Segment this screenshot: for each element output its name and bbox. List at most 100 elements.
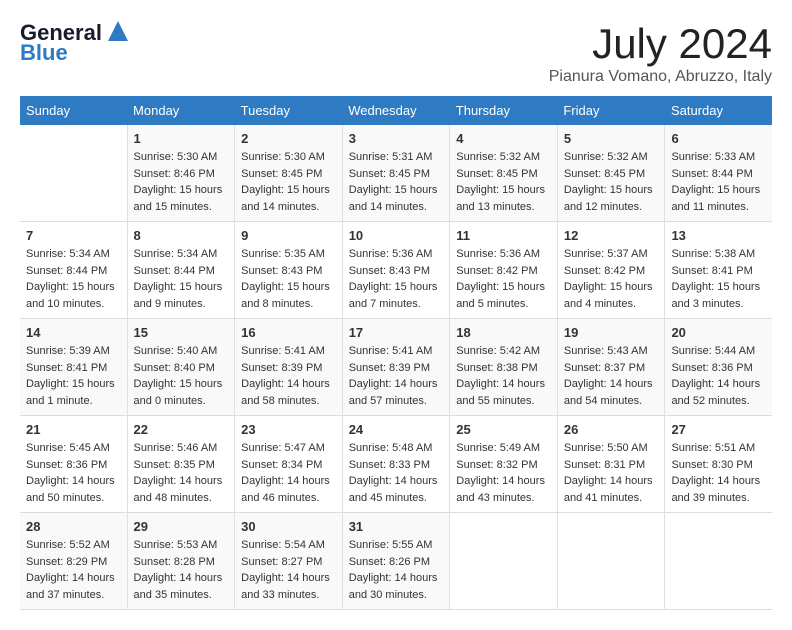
day-number: 28 (26, 519, 121, 534)
day-info: Sunrise: 5:36 AM Sunset: 8:42 PM Dayligh… (456, 246, 551, 312)
calendar-cell: 17Sunrise: 5:41 AM Sunset: 8:39 PM Dayli… (342, 319, 450, 416)
header-sunday: Sunday (20, 96, 127, 125)
day-number: 25 (456, 422, 551, 437)
calendar-cell: 24Sunrise: 5:48 AM Sunset: 8:33 PM Dayli… (342, 416, 450, 513)
logo: General Blue (20, 20, 132, 66)
day-number: 19 (564, 325, 659, 340)
day-info: Sunrise: 5:31 AM Sunset: 8:45 PM Dayligh… (349, 149, 444, 215)
day-info: Sunrise: 5:32 AM Sunset: 8:45 PM Dayligh… (564, 149, 659, 215)
day-info: Sunrise: 5:34 AM Sunset: 8:44 PM Dayligh… (26, 246, 121, 312)
day-info: Sunrise: 5:46 AM Sunset: 8:35 PM Dayligh… (134, 440, 229, 506)
day-info: Sunrise: 5:54 AM Sunset: 8:27 PM Dayligh… (241, 537, 336, 603)
calendar-cell (557, 513, 665, 610)
day-number: 22 (134, 422, 229, 437)
calendar-cell: 20Sunrise: 5:44 AM Sunset: 8:36 PM Dayli… (665, 319, 772, 416)
calendar-cell: 26 Sunrise: 5:50 AM Sunset: 8:31 PM Dayli… (557, 416, 665, 513)
calendar-cell (450, 513, 558, 610)
day-number: 12 (564, 228, 659, 243)
calendar-cell: 31 Sunrise: 5:55 AM Sunset: 8:26 PM Dayli… (342, 513, 450, 610)
calendar-cell: 6 Sunrise: 5:33 AM Sunset: 8:44 PM Daylig… (665, 125, 772, 222)
day-number: 8 (134, 228, 229, 243)
day-info: Sunrise: 5:37 AM Sunset: 8:42 PM Dayligh… (564, 246, 659, 312)
calendar-cell: 8 Sunrise: 5:34 AM Sunset: 8:44 PM Daylig… (127, 222, 235, 319)
day-number: 18 (456, 325, 551, 340)
day-info: Sunrise: 5:39 AM Sunset: 8:41 PM Dayligh… (26, 343, 121, 409)
header-saturday: Saturday (665, 96, 772, 125)
calendar-cell: 7 Sunrise: 5:34 AM Sunset: 8:44 PM Daylig… (20, 222, 127, 319)
page-header: General Blue July 2024 Pianura Vomano, A… (20, 20, 772, 86)
day-number: 16 (241, 325, 336, 340)
calendar-cell (665, 513, 772, 610)
day-number: 1 (134, 131, 229, 146)
day-info: Sunrise: 5:41 AM Sunset: 8:39 PM Dayligh… (241, 343, 336, 409)
day-info: Sunrise: 5:51 AM Sunset: 8:30 PM Dayligh… (671, 440, 766, 506)
day-info: Sunrise: 5:44 AM Sunset: 8:36 PM Dayligh… (671, 343, 766, 409)
month-year-title: July 2024 (549, 20, 772, 68)
calendar-week-row: 28 Sunrise: 5:52 AM Sunset: 8:29 PM Dayli… (20, 513, 772, 610)
day-info: Sunrise: 5:32 AM Sunset: 8:45 PM Dayligh… (456, 149, 551, 215)
day-info: Sunrise: 5:50 AM Sunset: 8:31 PM Dayligh… (564, 440, 659, 506)
day-number: 6 (671, 131, 766, 146)
calendar-cell: 25Sunrise: 5:49 AM Sunset: 8:32 PM Dayli… (450, 416, 558, 513)
calendar-cell: 12 Sunrise: 5:37 AM Sunset: 8:42 PM Dayli… (557, 222, 665, 319)
day-info: Sunrise: 5:45 AM Sunset: 8:36 PM Dayligh… (26, 440, 121, 506)
calendar-cell: 28 Sunrise: 5:52 AM Sunset: 8:29 PM Dayli… (20, 513, 127, 610)
calendar-cell (20, 125, 127, 222)
day-info: Sunrise: 5:42 AM Sunset: 8:38 PM Dayligh… (456, 343, 551, 409)
day-info: Sunrise: 5:43 AM Sunset: 8:37 PM Dayligh… (564, 343, 659, 409)
calendar-cell: 9 Sunrise: 5:35 AM Sunset: 8:43 PM Daylig… (235, 222, 343, 319)
day-number: 30 (241, 519, 336, 534)
location-subtitle: Pianura Vomano, Abruzzo, Italy (549, 68, 772, 86)
header-tuesday: Tuesday (235, 96, 343, 125)
day-info: Sunrise: 5:30 AM Sunset: 8:46 PM Dayligh… (134, 149, 229, 215)
day-info: Sunrise: 5:53 AM Sunset: 8:28 PM Dayligh… (134, 537, 229, 603)
header-monday: Monday (127, 96, 235, 125)
header-thursday: Thursday (450, 96, 558, 125)
day-info: Sunrise: 5:48 AM Sunset: 8:33 PM Dayligh… (349, 440, 444, 506)
day-info: Sunrise: 5:55 AM Sunset: 8:26 PM Dayligh… (349, 537, 444, 603)
day-number: 13 (671, 228, 766, 243)
calendar-cell: 3Sunrise: 5:31 AM Sunset: 8:45 PM Daylig… (342, 125, 450, 222)
calendar-header-row: SundayMondayTuesdayWednesdayThursdayFrid… (20, 96, 772, 125)
day-number: 26 (564, 422, 659, 437)
calendar-cell: 13Sunrise: 5:38 AM Sunset: 8:41 PM Dayli… (665, 222, 772, 319)
day-info: Sunrise: 5:36 AM Sunset: 8:43 PM Dayligh… (349, 246, 444, 312)
calendar-cell: 14 Sunrise: 5:39 AM Sunset: 8:41 PM Dayli… (20, 319, 127, 416)
logo-text-blue: Blue (20, 40, 68, 66)
day-number: 23 (241, 422, 336, 437)
calendar-cell: 16 Sunrise: 5:41 AM Sunset: 8:39 PM Dayli… (235, 319, 343, 416)
day-info: Sunrise: 5:35 AM Sunset: 8:43 PM Dayligh… (241, 246, 336, 312)
calendar-cell: 29 Sunrise: 5:53 AM Sunset: 8:28 PM Dayli… (127, 513, 235, 610)
calendar-cell: 1 Sunrise: 5:30 AM Sunset: 8:46 PM Daylig… (127, 125, 235, 222)
day-number: 17 (349, 325, 444, 340)
calendar-cell: 2 Sunrise: 5:30 AM Sunset: 8:45 PM Daylig… (235, 125, 343, 222)
header-wednesday: Wednesday (342, 96, 450, 125)
day-info: Sunrise: 5:30 AM Sunset: 8:45 PM Dayligh… (241, 149, 336, 215)
day-number: 14 (26, 325, 121, 340)
calendar-cell: 21Sunrise: 5:45 AM Sunset: 8:36 PM Dayli… (20, 416, 127, 513)
day-number: 7 (26, 228, 121, 243)
day-number: 9 (241, 228, 336, 243)
calendar-cell: 19 Sunrise: 5:43 AM Sunset: 8:37 PM Dayli… (557, 319, 665, 416)
day-number: 31 (349, 519, 444, 534)
day-number: 27 (671, 422, 766, 437)
day-number: 4 (456, 131, 551, 146)
day-info: Sunrise: 5:47 AM Sunset: 8:34 PM Dayligh… (241, 440, 336, 506)
calendar-cell: 5 Sunrise: 5:32 AM Sunset: 8:45 PM Daylig… (557, 125, 665, 222)
day-info: Sunrise: 5:34 AM Sunset: 8:44 PM Dayligh… (134, 246, 229, 312)
day-info: Sunrise: 5:52 AM Sunset: 8:29 PM Dayligh… (26, 537, 121, 603)
day-number: 15 (134, 325, 229, 340)
day-number: 29 (134, 519, 229, 534)
calendar-cell: 27 Sunrise: 5:51 AM Sunset: 8:30 PM Dayli… (665, 416, 772, 513)
calendar-cell: 23 Sunrise: 5:47 AM Sunset: 8:34 PM Dayli… (235, 416, 343, 513)
logo-arrow-icon (104, 17, 132, 45)
day-number: 5 (564, 131, 659, 146)
day-number: 2 (241, 131, 336, 146)
calendar-table: SundayMondayTuesdayWednesdayThursdayFrid… (20, 96, 772, 610)
calendar-cell: 4 Sunrise: 5:32 AM Sunset: 8:45 PM Daylig… (450, 125, 558, 222)
calendar-week-row: 7 Sunrise: 5:34 AM Sunset: 8:44 PM Daylig… (20, 222, 772, 319)
day-info: Sunrise: 5:33 AM Sunset: 8:44 PM Dayligh… (671, 149, 766, 215)
calendar-week-row: 1 Sunrise: 5:30 AM Sunset: 8:46 PM Daylig… (20, 125, 772, 222)
calendar-cell: 11Sunrise: 5:36 AM Sunset: 8:42 PM Dayli… (450, 222, 558, 319)
title-area: July 2024 Pianura Vomano, Abruzzo, Italy (549, 20, 772, 86)
